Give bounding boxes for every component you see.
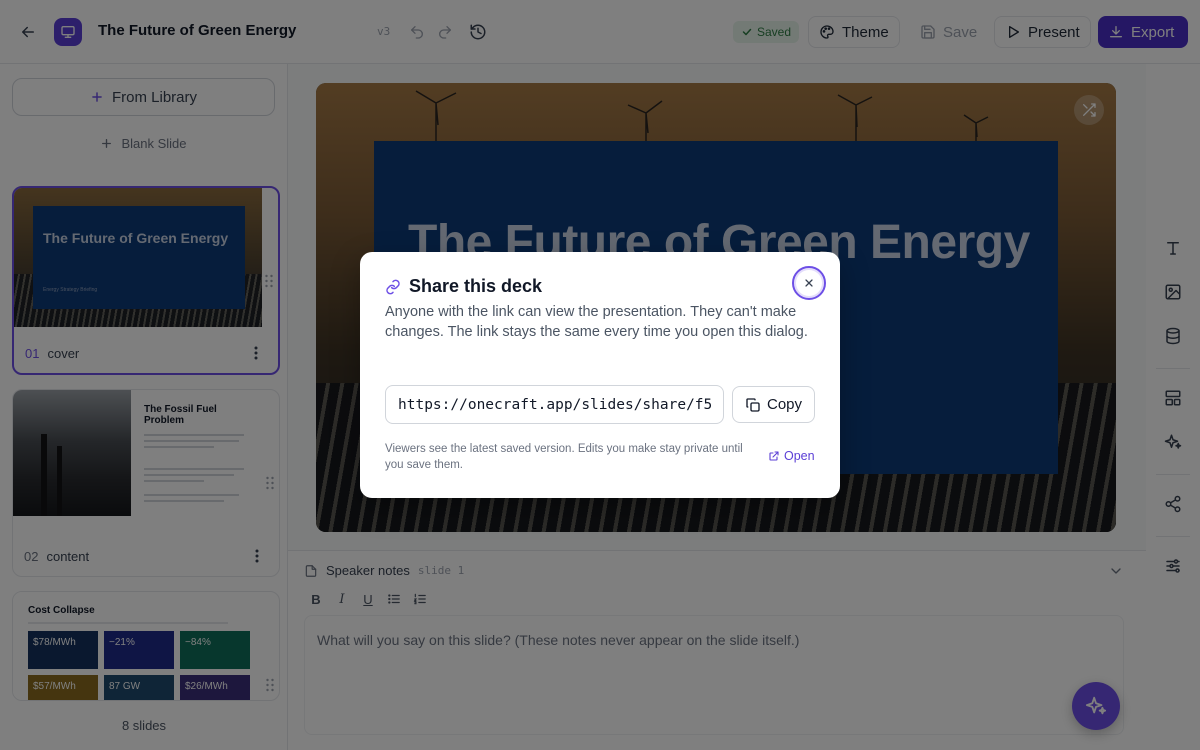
share-dialog-note: Viewers see the latest saved version. Ed… bbox=[385, 443, 743, 471]
share-dialog-header: Share this deck bbox=[385, 276, 542, 297]
share-dialog-title: Share this deck bbox=[409, 276, 543, 296]
open-link[interactable]: Open bbox=[768, 449, 815, 463]
copy-icon bbox=[746, 397, 760, 412]
close-button[interactable] bbox=[792, 266, 826, 300]
external-link-icon bbox=[769, 451, 779, 461]
close-icon bbox=[805, 279, 813, 287]
share-dialog-description: Anyone with the link can view the presen… bbox=[385, 304, 808, 340]
share-dialog: Share this deck Anyone with the link can… bbox=[360, 252, 840, 498]
link-icon bbox=[386, 279, 400, 294]
open-link-label: Open bbox=[784, 449, 815, 463]
copy-link-button[interactable]: Copy bbox=[732, 386, 815, 423]
copy-button-label: Copy bbox=[766, 396, 803, 413]
share-link-field[interactable] bbox=[385, 385, 724, 424]
